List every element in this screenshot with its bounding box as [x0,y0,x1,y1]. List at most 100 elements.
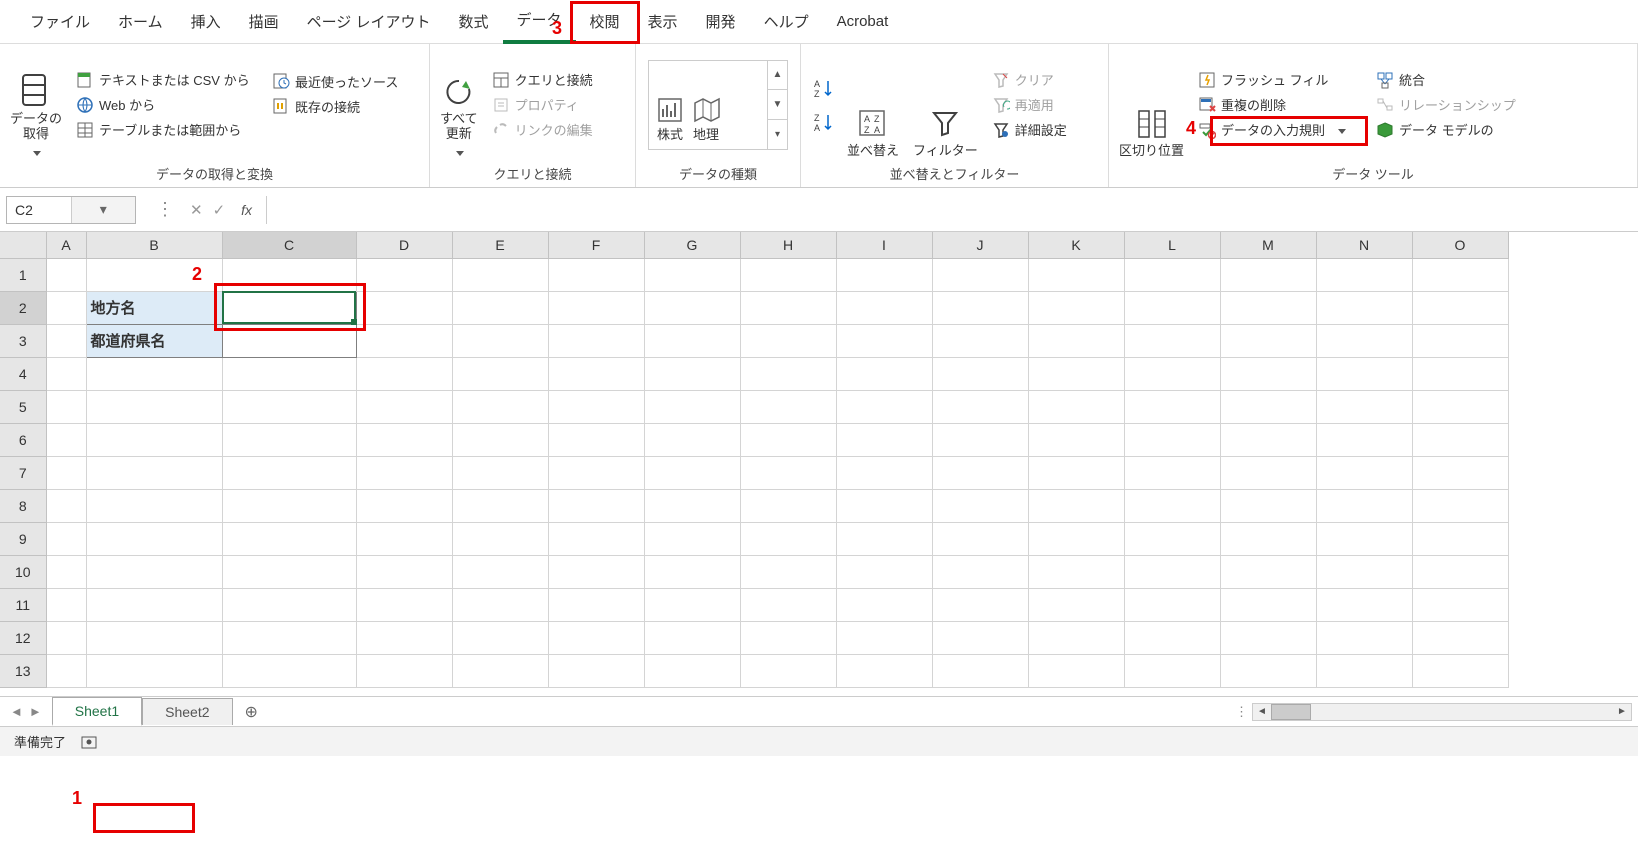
row-header-7[interactable]: 7 [0,456,46,489]
row-header-5[interactable]: 5 [0,390,46,423]
filter-button[interactable]: フィルター [909,48,982,161]
clear-filter-button[interactable]: クリア [988,68,1071,91]
sheet-tab-1[interactable]: Sheet1 [52,697,142,726]
col-header-O[interactable]: O [1412,232,1508,258]
col-header-A[interactable]: A [46,232,86,258]
advanced-label: 詳細設定 [1015,120,1067,139]
col-header-C[interactable]: C [222,232,356,258]
get-data-button[interactable]: データの 取得 [6,48,66,161]
text-to-columns-button[interactable]: 区切り位置 [1115,48,1188,161]
row-header-1[interactable]: 1 [0,258,46,291]
relationships-button[interactable]: リレーションシップ [1372,93,1520,116]
gallery-scroll[interactable]: ▲ ▼ ▾ [767,61,787,149]
menu-acrobat[interactable]: Acrobat [823,3,903,40]
row-header-12[interactable]: 12 [0,621,46,654]
advanced-filter-button[interactable]: 詳細設定 [988,118,1071,141]
queries-icon [492,71,510,89]
col-header-L[interactable]: L [1124,232,1220,258]
menu-review[interactable]: 校閲 [576,1,634,42]
sort-button[interactable]: AZZA 並べ替え [843,48,903,161]
menu-developer[interactable]: 開発 [692,1,750,42]
refresh-all-button[interactable]: すべて 更新 [436,48,482,161]
name-box-dropdown-icon[interactable]: ▾ [71,197,136,223]
vdots-icon: ⋮ [146,199,184,220]
row-header-8[interactable]: 8 [0,489,46,522]
row-header-11[interactable]: 11 [0,588,46,621]
expand-icon[interactable]: ▾ [768,120,787,149]
remove-duplicates-button[interactable]: 重複の削除 [1194,93,1366,116]
queries-button[interactable]: クエリと接続 [488,68,597,91]
svg-text:A: A [814,79,820,89]
menu-view[interactable]: 表示 [634,1,692,42]
next-sheet-icon[interactable]: ► [29,704,42,719]
col-header-E[interactable]: E [452,232,548,258]
sort-desc-button[interactable]: ZA [807,109,837,135]
menu-help[interactable]: ヘルプ [750,1,823,42]
macro-record-icon[interactable] [80,733,98,751]
reapply-button[interactable]: 再適用 [988,93,1071,116]
edit-links-button[interactable]: リンクの編集 [488,118,597,141]
scroll-right-icon[interactable]: ► [1613,706,1631,717]
flash-fill-button[interactable]: フラッシュ フィル [1194,68,1366,91]
menu-data[interactable]: データ [503,0,576,44]
row-header-4[interactable]: 4 [0,357,46,390]
col-header-F[interactable]: F [548,232,644,258]
menu-formulas[interactable]: 数式 [444,1,502,42]
col-header-G[interactable]: G [644,232,740,258]
row-header-10[interactable]: 10 [0,555,46,588]
from-table-button[interactable]: テーブルまたは範囲から [72,118,262,141]
add-sheet-button[interactable]: ⊕ [233,702,270,722]
row-header-9[interactable]: 9 [0,522,46,555]
refresh-all-label: すべて 更新 [440,111,478,142]
formula-input[interactable] [267,196,1638,224]
col-header-I[interactable]: I [836,232,932,258]
prev-sheet-icon[interactable]: ◄ [10,704,23,719]
chevron-up-icon[interactable]: ▲ [768,61,787,91]
sort-label: 並べ替え [847,143,899,159]
data-validation-button[interactable]: データの入力規則 [1194,118,1366,141]
scroll-thumb[interactable] [1271,704,1311,720]
data-model-button[interactable]: データ モデルの [1372,118,1520,141]
horizontal-scrollbar[interactable]: ◄ ► [1252,703,1632,721]
menu-file[interactable]: ファイル [16,1,104,42]
col-header-N[interactable]: N [1316,232,1412,258]
col-header-K[interactable]: K [1028,232,1124,258]
fx-icon[interactable]: fx [231,202,262,218]
cell-B3[interactable]: 都道府県名 [86,324,222,357]
existing-conn-button[interactable]: 既存の接続 [268,95,418,118]
spreadsheet-grid[interactable]: A B C D E F G H I J K L M N O 1 2 地方名 3 都道… [0,232,1638,696]
sort-asc-button[interactable]: AZ [807,75,837,101]
from-web-button[interactable]: Web から [72,93,262,116]
name-box[interactable]: C2 ▾ [6,196,136,224]
menu-pagelayout[interactable]: ページ レイアウト [293,1,445,42]
col-header-D[interactable]: D [356,232,452,258]
col-header-M[interactable]: M [1220,232,1316,258]
sheet-tab-2[interactable]: Sheet2 [142,698,232,725]
col-header-H[interactable]: H [740,232,836,258]
col-header-J[interactable]: J [932,232,1028,258]
cell-C3[interactable] [222,324,356,357]
enter-formula-icon[interactable]: ✓ [213,201,226,219]
recent-sources-button[interactable]: 最近使ったソース [268,70,418,93]
properties-button[interactable]: プロパティ [488,93,597,116]
row-header-3[interactable]: 3 [0,324,46,357]
select-all-corner[interactable] [0,232,46,258]
group1-label: データの取得と変換 [6,161,423,185]
menu-draw[interactable]: 描画 [235,1,293,42]
row-header-6[interactable]: 6 [0,423,46,456]
validation-icon [1198,121,1216,139]
from-csv-button[interactable]: テキストまたは CSV から [72,68,262,91]
cell-B2[interactable]: 地方名 [86,291,222,324]
csv-icon [76,71,94,89]
scroll-left-icon[interactable]: ◄ [1253,706,1271,717]
menu-home[interactable]: ホーム [104,1,177,42]
row-header-2[interactable]: 2 [0,291,46,324]
data-types-gallery[interactable]: 株式 地理 ▲ ▼ ▾ [648,60,788,150]
col-header-B[interactable]: B [86,232,222,258]
row-header-13[interactable]: 13 [0,654,46,687]
chevron-down-icon[interactable]: ▼ [768,90,787,120]
cell-C2[interactable] [222,291,356,324]
cancel-formula-icon[interactable]: ✕ [190,201,203,219]
consolidate-button[interactable]: 統合 [1372,68,1520,91]
menu-insert[interactable]: 挿入 [177,1,235,42]
